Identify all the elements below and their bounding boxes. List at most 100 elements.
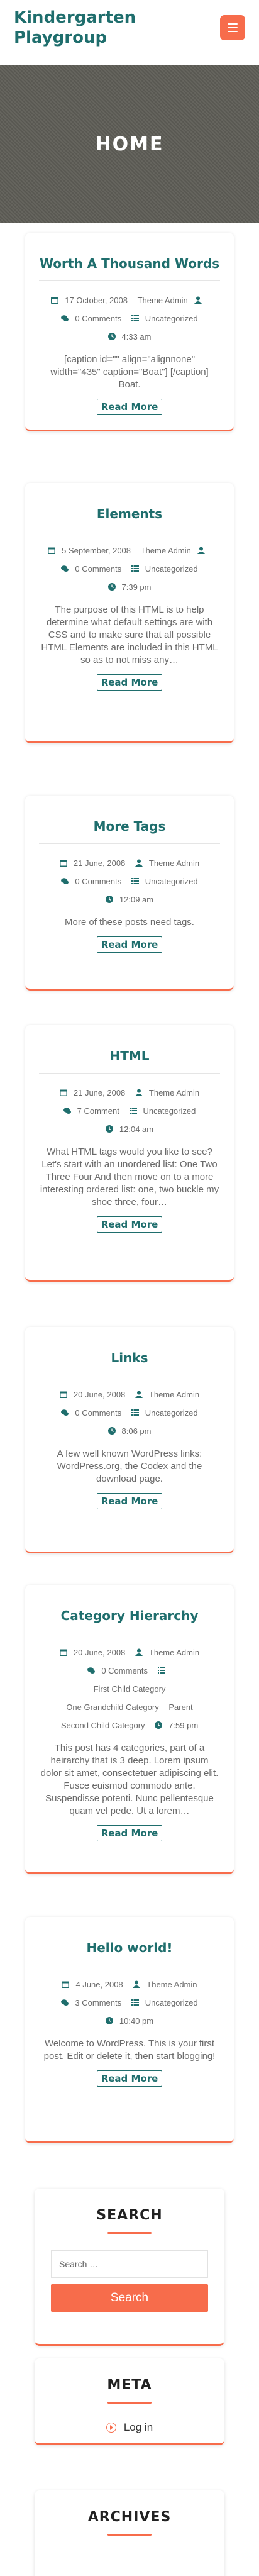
post-author[interactable]: Theme Admin — [138, 291, 208, 309]
post-card: Category Hierarchy 20 June, 2008 Theme A… — [25, 1585, 234, 1874]
user-icon — [194, 296, 202, 304]
widget-title-underline — [107, 2534, 152, 2536]
list-icon — [157, 1667, 165, 1674]
clock-icon — [105, 896, 113, 903]
clock-icon — [155, 1721, 163, 1729]
read-more-button[interactable]: Read More — [96, 1825, 163, 1841]
post-comments[interactable]: 0 Comments — [61, 560, 121, 578]
post-author[interactable]: Theme Admin — [133, 1975, 197, 1994]
post-category-link[interactable]: Uncategorized — [131, 1994, 198, 2012]
post-date[interactable]: 21 June, 2008 — [59, 854, 125, 872]
divider — [39, 843, 220, 844]
calendar-icon — [51, 296, 59, 304]
list-icon — [131, 1409, 139, 1416]
post-meta: 20 June, 2008 Theme Admin 0 Comments Unc… — [39, 1385, 220, 1440]
post-author[interactable]: Theme Admin — [135, 1084, 199, 1102]
circle-arrow-icon — [106, 2423, 116, 2433]
post-card: HTML 21 June, 2008 Theme Admin 7 Comment… — [25, 1025, 234, 1282]
category-link[interactable]: One Grandchild Category — [66, 1698, 158, 1716]
post-category-link[interactable]: Uncategorized — [129, 1102, 196, 1120]
read-more-button[interactable]: Read More — [96, 936, 163, 953]
user-icon — [197, 547, 205, 554]
post-meta: 21 June, 2008 Theme Admin 7 Comment Unca… — [39, 1084, 220, 1138]
post-date[interactable]: 5 September, 2008 — [48, 541, 131, 560]
list-icon — [129, 1107, 137, 1114]
read-more-button[interactable]: Read More — [96, 1216, 163, 1233]
post-category-link[interactable]: Uncategorized — [131, 872, 198, 891]
comments-icon — [61, 1409, 69, 1416]
comments-icon — [63, 1107, 71, 1114]
post-meta: 20 June, 2008 Theme Admin 0 Comments Fir… — [39, 1643, 220, 1735]
post-time: 7:59 pm — [155, 1716, 198, 1735]
widget-title-underline — [107, 2402, 152, 2404]
post-author[interactable]: Theme Admin — [135, 1643, 199, 1662]
post-card: Hello world! 4 June, 2008 Theme Admin 3 … — [25, 1917, 234, 2143]
comments-icon — [61, 877, 69, 885]
calendar-icon — [48, 547, 56, 554]
divider — [39, 1073, 220, 1074]
category-link[interactable]: Second Child Category — [61, 1716, 145, 1735]
login-link[interactable]: Log in — [35, 2421, 224, 2434]
comments-icon — [87, 1667, 96, 1674]
calendar-icon — [59, 859, 67, 867]
post-time: 8:06 pm — [107, 1422, 151, 1440]
post-excerpt: A few well known WordPress links: WordPr… — [57, 1448, 202, 1484]
page-hero: HOME — [0, 65, 259, 223]
divider — [39, 280, 220, 281]
search-input[interactable] — [51, 2250, 208, 2278]
post-date[interactable]: 4 June, 2008 — [62, 1975, 123, 1994]
post-card: More Tags 21 June, 2008 Theme Admin 0 Co… — [25, 796, 234, 991]
calendar-icon — [59, 1391, 67, 1398]
post-title[interactable]: Hello world! — [39, 1917, 220, 1956]
post-title[interactable]: More Tags — [39, 796, 220, 835]
read-more-button[interactable]: Read More — [96, 1493, 163, 1509]
post-category-link[interactable]: Uncategorized — [131, 560, 198, 578]
post-comments[interactable]: 7 Comment — [63, 1102, 119, 1120]
comments-icon — [61, 565, 69, 572]
user-icon — [135, 1648, 143, 1656]
page-title: HOME — [95, 133, 164, 155]
menu-toggle-button[interactable] — [220, 15, 245, 40]
widget-title-underline — [107, 2232, 152, 2234]
site-title[interactable]: Kindergarten Playgroup — [14, 8, 165, 48]
read-more-button[interactable]: Read More — [96, 2070, 163, 2087]
user-icon — [135, 1391, 143, 1398]
site-header: Kindergarten Playgroup — [0, 0, 259, 65]
post-author[interactable]: Theme Admin — [135, 1385, 199, 1404]
post-date[interactable]: 21 June, 2008 — [59, 1084, 125, 1102]
post-title[interactable]: Elements — [39, 483, 220, 522]
archives-widget: ARCHIVES — [35, 2490, 224, 2576]
post-meta: 17 October, 2008 Theme Admin 0 Comments … — [39, 291, 220, 346]
post-card: Worth A Thousand Words 17 October, 2008 … — [25, 233, 234, 431]
post-category-link[interactable]: Uncategorized — [131, 309, 198, 328]
clock-icon — [105, 2017, 113, 2024]
post-comments[interactable]: 3 Comments — [61, 1994, 121, 2012]
calendar-icon — [62, 1980, 70, 1988]
search-button[interactable]: Search — [51, 2284, 208, 2312]
category-link[interactable]: First Child Category — [94, 1680, 166, 1698]
post-date[interactable]: 20 June, 2008 — [59, 1643, 125, 1662]
post-comments[interactable]: 0 Comments — [61, 1404, 121, 1422]
post-date[interactable]: 17 October, 2008 — [51, 291, 128, 309]
post-meta: 4 June, 2008 Theme Admin 3 Comments Unca… — [39, 1975, 220, 2030]
post-title[interactable]: Links — [39, 1327, 220, 1366]
category-link[interactable]: Parent — [168, 1698, 192, 1716]
post-comments[interactable]: 0 Comments — [87, 1662, 148, 1680]
list-icon — [131, 1999, 139, 2006]
comments-icon — [61, 314, 69, 322]
post-category-link[interactable]: Uncategorized — [131, 1404, 198, 1422]
post-comments[interactable]: 0 Comments — [61, 309, 121, 328]
post-title[interactable]: Worth A Thousand Words — [39, 233, 220, 272]
calendar-icon — [59, 1089, 67, 1096]
post-date[interactable]: 20 June, 2008 — [59, 1385, 125, 1404]
post-excerpt: [caption id="" align="alignnone" width="… — [50, 354, 209, 390]
post-time: 4:33 am — [107, 328, 151, 346]
widget-title: META — [107, 2377, 152, 2393]
read-more-button[interactable]: Read More — [96, 674, 163, 691]
post-author[interactable]: Theme Admin — [135, 854, 199, 872]
post-title[interactable]: HTML — [39, 1025, 220, 1064]
post-title[interactable]: Category Hierarchy — [39, 1585, 220, 1624]
post-author[interactable]: Theme Admin — [141, 541, 211, 560]
post-comments[interactable]: 0 Comments — [61, 872, 121, 891]
read-more-button[interactable]: Read More — [96, 399, 163, 415]
